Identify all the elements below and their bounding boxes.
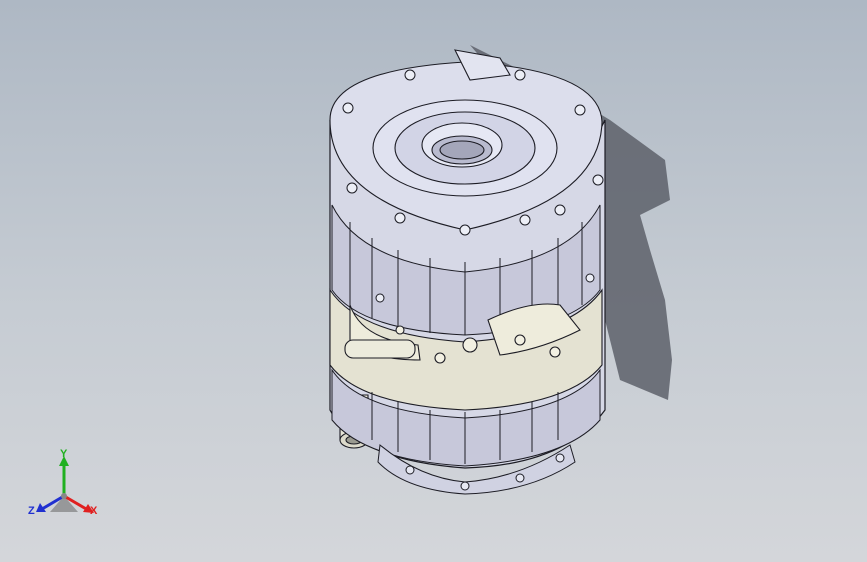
y-axis-label: Y [60,448,68,460]
z-axis-label: Z [28,505,35,517]
coordinate-triad[interactable]: Y X Z [22,446,112,526]
motor-assembly-model[interactable] [0,0,867,562]
x-axis-label: X [90,505,98,517]
3d-viewport[interactable]: Y X Z [0,0,867,562]
